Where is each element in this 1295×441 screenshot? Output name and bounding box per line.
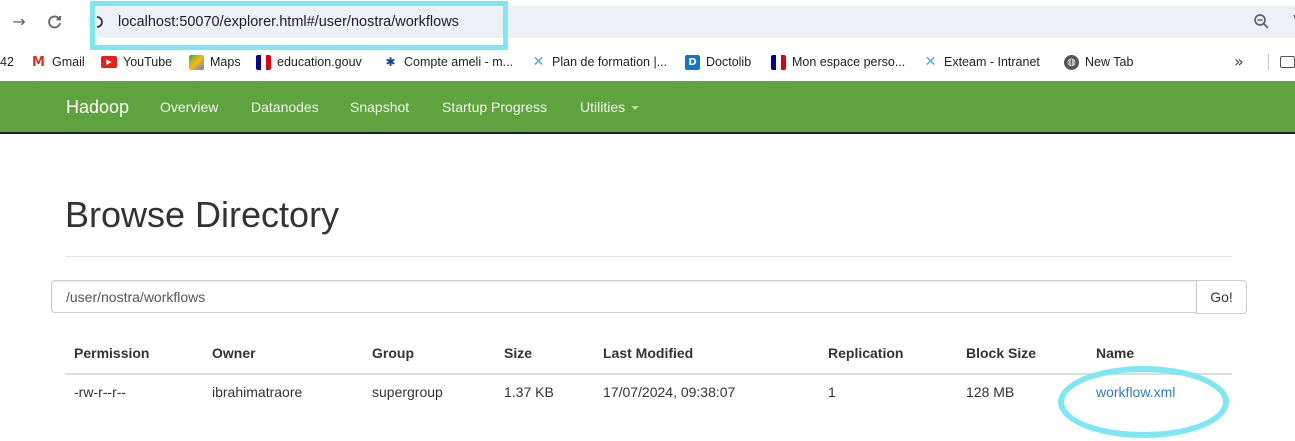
navbar-brand[interactable]: Hadoop [66,81,129,134]
bookmark-exteam[interactable]: ✕ Exteam - Intranet [923,50,1040,74]
col-header-size[interactable]: Size [504,345,532,361]
name-annotation-highlight [1058,366,1229,438]
nav-datanodes[interactable]: Datanodes [251,81,319,134]
ameli-icon: ✱ [383,54,398,70]
cross-icon: ✕ [531,53,546,70]
cell-block-size: 128 MB [966,384,1015,400]
folder-icon[interactable] [1280,56,1295,68]
hadoop-navbar: Hadoop Overview Datanodes Snapshot Start… [0,81,1295,134]
bookmark-ameli[interactable]: ✱ Compte ameli - m... [383,50,513,74]
more-bookmarks-icon[interactable]: » [1234,50,1244,74]
nav-overview[interactable]: Overview [160,81,218,134]
col-header-name[interactable]: Name [1096,345,1134,361]
bookmark-youtube[interactable]: ▶ YouTube [101,50,172,74]
directory-path-input[interactable] [51,280,1197,313]
globe-icon: ◍ [1064,54,1079,70]
bookmarks-bar: 42 M Gmail ▶ YouTube Maps education.gouv… [0,50,1295,74]
bookmark-mon-espace[interactable]: Mon espace perso... [771,50,905,74]
caret-down-icon [631,106,640,111]
cell-owner: ibrahimatraore [212,384,303,400]
cell-group: supergroup [372,384,443,400]
marianne-icon [256,54,271,70]
col-header-last-modified[interactable]: Last Modified [603,345,693,361]
gmail-icon: M [31,54,46,70]
col-header-replication[interactable]: Replication [828,345,903,361]
nav-utilities-dropdown[interactable]: Utilities [580,81,640,134]
bookmark-item[interactable]: 42 [0,50,14,74]
bookmark-education[interactable]: education.gouv [256,50,362,74]
col-header-permission[interactable]: Permission [74,345,149,361]
browser-toolbar: → localhost:50070/explorer.html#/user/no… [0,0,1295,50]
page-title: Browse Directory [65,194,340,235]
zoom-icon[interactable] [1251,11,1273,33]
marianne-icon [771,54,786,70]
bookmark-label: Exteam - Intranet [944,55,1040,69]
cell-permission: -rw-r--r-- [74,384,127,400]
bookmark-label: education.gouv [277,55,362,69]
nav-startup-progress[interactable]: Startup Progress [442,81,547,134]
nav-utilities-label: Utilities [580,99,626,115]
doctolib-icon: D [685,54,700,70]
bookmark-label: YouTube [123,55,173,69]
cell-last-modified: 17/07/2024, 09:38:07 [603,384,736,400]
title-divider [65,256,1232,257]
bookmark-gmail[interactable]: M Gmail [31,50,85,74]
youtube-icon: ▶ [101,56,117,68]
bookmarks-divider [1268,54,1269,70]
bookmark-star-icon[interactable] [1282,11,1295,33]
col-header-group[interactable]: Group [372,345,414,361]
bookmark-label: Mon espace perso... [792,55,906,69]
url-annotation-highlight [90,1,508,50]
bookmark-label: New Tab [1085,55,1134,69]
nav-snapshot[interactable]: Snapshot [350,81,409,134]
maps-icon [189,54,204,70]
bookmark-label: Gmail [52,55,85,69]
table-header-divider [65,373,1232,375]
col-header-block-size[interactable]: Block Size [966,345,1036,361]
bookmark-label: Maps [210,55,241,69]
go-button[interactable]: Go! [1196,280,1247,314]
bookmark-plan-formation[interactable]: ✕ Plan de formation |... [531,50,667,74]
back-arrow-icon[interactable]: → [8,11,30,33]
cell-size: 1.37 KB [504,384,554,400]
bookmark-label: 42 [0,55,14,69]
reload-icon[interactable] [44,11,66,33]
bookmark-maps[interactable]: Maps [189,50,241,74]
bookmark-label: Doctolib [706,55,752,69]
bookmark-label: Compte ameli - m... [404,55,514,69]
cross-icon: ✕ [923,53,938,70]
bookmark-label: Plan de formation |... [552,55,668,69]
bookmark-doctolib[interactable]: D Doctolib [685,50,751,74]
bookmark-new-tab[interactable]: ◍ New Tab [1064,50,1133,74]
cell-replication: 1 [828,384,836,400]
col-header-owner[interactable]: Owner [212,345,256,361]
